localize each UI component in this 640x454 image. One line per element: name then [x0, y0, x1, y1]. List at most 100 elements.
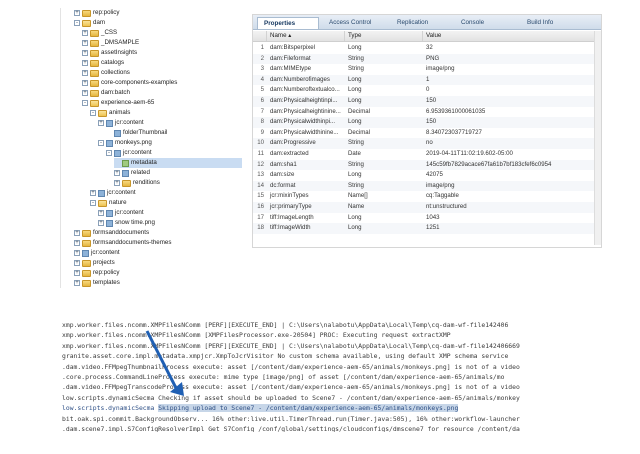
property-row[interactable]: 7 dam:Physicalheightinine... Decimal 6.9539…	[253, 107, 601, 118]
tab-access-control[interactable]: Access Control	[323, 17, 389, 29]
tree-node[interactable]: + collections	[82, 68, 130, 78]
grid-scrollbar[interactable]	[594, 31, 601, 245]
tree-node[interactable]: + jcr:content	[98, 208, 144, 218]
property-value: image/png	[426, 181, 455, 189]
tree-node-label: formsanddocuments	[93, 229, 150, 236]
expand-toggle-icon[interactable]: +	[82, 50, 88, 56]
property-row[interactable]: 5 dam:Numberoftextualco... Long 0	[253, 85, 601, 96]
tree-node[interactable]: - animals	[90, 108, 130, 118]
tree-node[interactable]: + formsanddocuments-themes	[74, 238, 171, 248]
expand-toggle-icon[interactable]: +	[90, 190, 96, 196]
property-row[interactable]: 14 dc:format String image/png	[253, 180, 601, 192]
tree-node[interactable]: + projects	[74, 258, 115, 268]
expand-toggle-icon[interactable]: +	[114, 180, 120, 186]
expand-toggle-icon[interactable]: +	[82, 30, 88, 36]
repository-tree[interactable]: + rep:policy - dam + _CSS + _DMSAMPLE + assetInsi…	[60, 8, 242, 288]
tree-node[interactable]: + assetInsights	[82, 48, 137, 58]
expand-toggle-icon[interactable]: +	[74, 260, 80, 266]
property-value: no	[426, 139, 433, 147]
collapse-toggle-icon[interactable]: -	[90, 200, 96, 206]
property-row[interactable]: 3 dam:MIMEtype String image/png	[253, 64, 601, 75]
log-line: granite.asset.core.impl.metadata.xmpjcr.…	[62, 352, 509, 361]
log-line: low.scripts.dynamicSecma Checking if ass…	[62, 393, 520, 402]
collapse-toggle-icon[interactable]: -	[90, 110, 96, 116]
collapse-toggle-icon[interactable]: -	[82, 100, 88, 106]
property-row[interactable]: 17 tiff:ImageLength Long 1043	[253, 213, 601, 224]
property-row[interactable]: 2 dam:Fileformat String PNG	[253, 53, 601, 65]
property-row[interactable]: 15 jcr:mixinTypes Name[] cq:Taggable	[253, 191, 601, 202]
expand-toggle-icon[interactable]: +	[98, 220, 104, 226]
tab-console[interactable]: Console	[455, 17, 515, 29]
expand-toggle-icon[interactable]: +	[82, 80, 88, 86]
tree-node[interactable]: + rep:policy	[74, 268, 119, 278]
property-name: dam:MIMEtype	[270, 65, 311, 73]
tree-node[interactable]: + related	[114, 168, 150, 178]
property-row[interactable]: 10 dam:Progressive String no	[253, 138, 601, 149]
header-value[interactable]: Value	[423, 31, 595, 41]
property-row[interactable]: 13 dam:size Long 42075	[253, 170, 601, 181]
property-name: jcr:mixinTypes	[270, 192, 309, 200]
expand-toggle-icon[interactable]: +	[82, 60, 88, 66]
tree-node[interactable]: + rep:policy	[74, 8, 119, 18]
tree-node[interactable]: - nature	[90, 198, 127, 208]
property-value: PNG	[426, 54, 440, 62]
tree-node[interactable]: folderThumbnail	[106, 128, 167, 138]
tab-properties[interactable]: Properties	[257, 17, 319, 29]
property-row[interactable]: 18 tiff:ImageWidth Long 1251	[253, 223, 601, 234]
expand-toggle-icon[interactable]: +	[74, 230, 80, 236]
tree-node[interactable]: + templates	[74, 278, 120, 288]
tree-node[interactable]: + renditions	[114, 178, 160, 188]
tree-node-label: projects	[93, 259, 115, 266]
tree-node[interactable]: - monkeys.png	[98, 138, 152, 148]
tree-node[interactable]: metadata	[114, 158, 242, 168]
expand-toggle-icon[interactable]: +	[74, 250, 80, 256]
row-number: 2	[260, 54, 264, 62]
tree-node[interactable]: + jcr:content	[98, 118, 144, 128]
collapse-toggle-icon[interactable]: -	[98, 140, 104, 146]
property-row[interactable]: 9 dam:Physicalwidthinine... Decimal 8.34072…	[253, 128, 601, 139]
leaf-spacer	[106, 130, 112, 136]
header-type[interactable]: Type	[345, 31, 423, 41]
collapse-toggle-icon[interactable]: -	[106, 150, 112, 156]
tree-node-label: jcr:content	[115, 209, 144, 216]
expand-toggle-icon[interactable]: +	[82, 70, 88, 76]
tree-node[interactable]: + snow time.png	[98, 218, 155, 228]
expand-toggle-icon[interactable]: +	[74, 240, 80, 246]
tree-node[interactable]: - jcr:content	[106, 148, 152, 158]
expand-toggle-icon[interactable]: +	[98, 210, 104, 216]
folder-icon	[90, 29, 99, 37]
property-row[interactable]: 16 jcr:primaryType Name nt:unstructured	[253, 202, 601, 213]
property-row[interactable]: 11 dam:extracted Date 2019-04-11T11:02:19.6…	[253, 149, 601, 160]
tree-node[interactable]: + dam:batch	[82, 88, 130, 98]
tree-node[interactable]: + _DMSAMPLE	[82, 38, 139, 48]
tree-node[interactable]: + jcr:content	[74, 248, 120, 258]
expand-toggle-icon[interactable]: +	[74, 280, 80, 286]
property-type: Long	[348, 224, 362, 232]
tree-node[interactable]: + formsanddocuments	[74, 228, 149, 238]
expand-toggle-icon[interactable]: +	[98, 120, 104, 126]
tree-node[interactable]: + jcr:content	[90, 188, 136, 198]
property-name: dam:Fileformat	[270, 54, 311, 62]
expand-toggle-icon[interactable]: +	[114, 170, 120, 176]
expand-toggle-icon[interactable]: +	[74, 270, 80, 276]
expand-toggle-icon[interactable]: +	[74, 10, 80, 16]
expand-toggle-icon[interactable]: +	[82, 40, 88, 46]
property-row[interactable]: 8 dam:Physicalwidthinpi... Long 150	[253, 117, 601, 128]
tree-node[interactable]: + _CSS	[82, 28, 117, 38]
tree-node-label: rep:policy	[93, 269, 120, 276]
tab-build-info[interactable]: Build Info	[521, 17, 581, 29]
property-row[interactable]: 6 dam:Physicalheightinpi... Long 150	[253, 96, 601, 107]
property-name: dam:Physicalwidthinine...	[270, 128, 339, 136]
property-name: dc:format	[270, 181, 296, 189]
collapse-toggle-icon[interactable]: -	[74, 20, 80, 26]
tree-node[interactable]: - experience-aem-65	[82, 98, 154, 108]
tree-node[interactable]: - dam	[74, 18, 105, 28]
expand-toggle-icon[interactable]: +	[82, 90, 88, 96]
property-row[interactable]: 1 dam:Bitsperpixel Long 32	[253, 43, 601, 54]
tab-replication[interactable]: Replication	[391, 17, 451, 29]
header-name[interactable]: Name ▴	[267, 31, 345, 41]
tree-node[interactable]: + core-components-examples	[82, 78, 177, 88]
tree-node[interactable]: + catalogs	[82, 58, 124, 68]
property-row[interactable]: 12 dam:sha1 String 145c59fb7829acace67fa61b…	[253, 159, 601, 171]
property-row[interactable]: 4 dam:Numberofimages Long 1	[253, 74, 601, 86]
